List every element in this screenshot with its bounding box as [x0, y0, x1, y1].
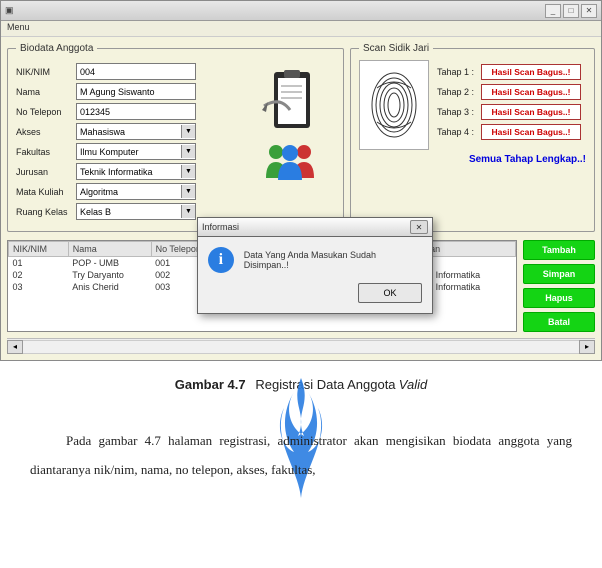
chevron-down-icon: ▼ — [181, 185, 195, 198]
caption-italic: Valid — [399, 377, 427, 392]
fingerprint-icon — [367, 68, 421, 142]
col-header[interactable]: Nama — [68, 242, 151, 257]
tel-input[interactable] — [76, 103, 196, 120]
nik-label: NIK/NIM — [16, 67, 76, 77]
scan-legend: Scan Sidik Jari — [359, 43, 433, 54]
content-area: Biodata Anggota NIK/NIM Nama No Telepon … — [1, 37, 601, 360]
rk-label: Ruang Kelas — [16, 207, 76, 217]
info-dialog: Informasi ✕ i Data Yang Anda Masukan Sud… — [197, 217, 433, 314]
simpan-button[interactable]: Simpan — [523, 264, 595, 284]
minimize-button[interactable]: _ — [545, 4, 561, 18]
dialog-titlebar[interactable]: Informasi ✕ — [197, 217, 433, 237]
menu-bar[interactable]: Menu — [1, 21, 601, 37]
dialog-title: Informasi — [202, 222, 239, 232]
close-button[interactable]: ✕ — [581, 4, 597, 18]
dialog-close-button[interactable]: ✕ — [410, 220, 428, 234]
app-window: ▣ _ □ ✕ Menu Biodata Anggota NIK/NIM Nam… — [0, 0, 602, 361]
scroll-track[interactable] — [23, 340, 579, 354]
people-icon — [260, 140, 320, 180]
chevron-down-icon: ▼ — [181, 165, 195, 178]
scan-step-result: Hasil Scan Bagus..! — [481, 84, 581, 100]
scan-group: Scan Sidik Jari — [350, 43, 595, 232]
chevron-down-icon: ▼ — [181, 145, 195, 158]
akses-value: Mahasiswa — [80, 127, 125, 137]
fakultas-value: Ilmu Komputer — [80, 147, 139, 157]
chevron-down-icon: ▼ — [181, 125, 195, 138]
mk-combo[interactable]: Algoritma ▼ — [76, 183, 196, 200]
jurusan-label: Jurusan — [16, 167, 76, 177]
fakultas-combo[interactable]: Ilmu Komputer ▼ — [76, 143, 196, 160]
ok-button[interactable]: OK — [358, 283, 422, 303]
paragraph-text: Pada gambar 4.7 halaman registrasi, admi… — [30, 427, 572, 484]
maximize-button[interactable]: □ — [563, 4, 579, 18]
scan-step-result: Hasil Scan Bagus..! — [481, 104, 581, 120]
titlebar: ▣ _ □ ✕ — [1, 1, 601, 21]
nama-label: Nama — [16, 87, 76, 97]
mk-label: Mata Kuliah — [16, 187, 76, 197]
col-header[interactable]: NIK/NIM — [9, 242, 69, 257]
chevron-down-icon: ▼ — [181, 205, 195, 218]
scan-step-result: Hasil Scan Bagus..! — [481, 64, 581, 80]
info-icon: i — [208, 247, 234, 273]
biodata-group: Biodata Anggota NIK/NIM Nama No Telepon … — [7, 43, 344, 232]
caption-text: Registrasi Data Anggota — [255, 377, 395, 392]
fakultas-label: Fakultas — [16, 147, 76, 157]
fingerprint-preview — [359, 60, 429, 150]
nik-input[interactable] — [76, 63, 196, 80]
batal-button[interactable]: Batal — [523, 312, 595, 332]
dialog-message: Data Yang Anda Masukan Sudah Disimpan..! — [244, 250, 422, 270]
scan-complete-text: Semua Tahap Lengkap..! — [359, 154, 586, 165]
titlebar-icon: ▣ — [5, 5, 14, 16]
mk-value: Algoritma — [80, 187, 118, 197]
scan-step-label: Tahap 1 : — [437, 67, 481, 77]
scroll-left-icon[interactable]: ◂ — [7, 340, 23, 354]
scan-step-result: Hasil Scan Bagus..! — [481, 124, 581, 140]
document-body: Gambar 4.7 Registrasi Data Anggota Valid… — [0, 361, 602, 494]
caption-label: Gambar 4.7 — [175, 377, 246, 392]
nama-input[interactable] — [76, 83, 196, 100]
scan-step-label: Tahap 3 : — [437, 107, 481, 117]
scroll-right-icon[interactable]: ▸ — [579, 340, 595, 354]
scan-step-label: Tahap 2 : — [437, 87, 481, 97]
horizontal-scrollbar[interactable]: ◂ ▸ — [7, 338, 595, 354]
tel-label: No Telepon — [16, 107, 76, 117]
scan-step-label: Tahap 4 : — [437, 127, 481, 137]
akses-label: Akses — [16, 127, 76, 137]
jurusan-combo[interactable]: Teknik Informatika ▼ — [76, 163, 196, 180]
rk-value: Kelas B — [80, 207, 111, 217]
tambah-button[interactable]: Tambah — [523, 240, 595, 260]
akses-combo[interactable]: Mahasiswa ▼ — [76, 123, 196, 140]
rk-combo[interactable]: Kelas B ▼ — [76, 203, 196, 220]
hapus-button[interactable]: Hapus — [523, 288, 595, 308]
biodata-legend: Biodata Anggota — [16, 43, 97, 54]
clipboard-icon — [260, 66, 320, 136]
jurusan-value: Teknik Informatika — [80, 167, 153, 177]
